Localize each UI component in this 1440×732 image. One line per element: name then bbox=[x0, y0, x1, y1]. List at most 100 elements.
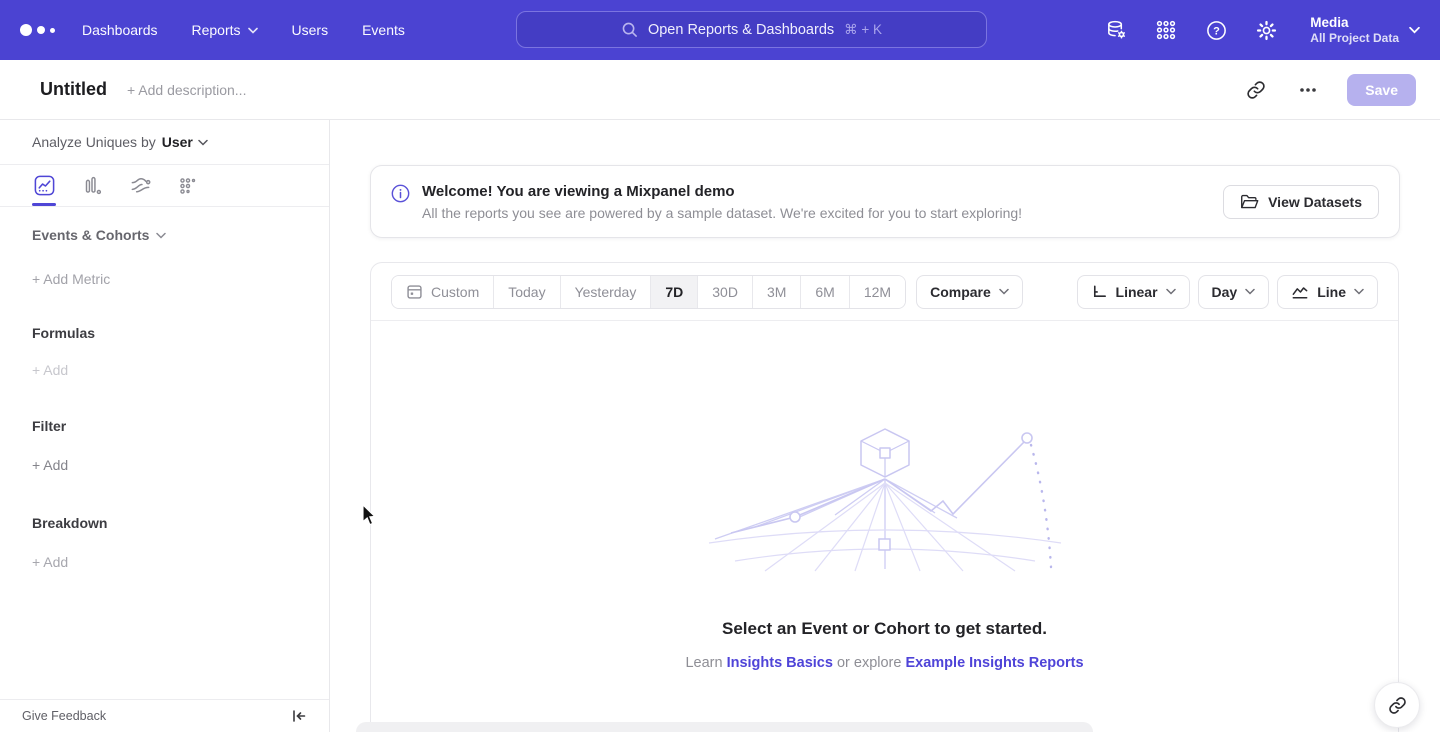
banner-subtitle: All the reports you see are powered by a… bbox=[422, 205, 1022, 221]
linear-axis-icon bbox=[1091, 283, 1108, 300]
compare-dropdown[interactable]: Compare bbox=[916, 275, 1023, 309]
nav-events-label: Events bbox=[362, 22, 405, 38]
query-builder-sidebar: Analyze Uniques by User bbox=[0, 120, 330, 732]
hint-prefix: Learn bbox=[685, 655, 726, 671]
nav-users[interactable]: Users bbox=[292, 22, 329, 38]
tab-bar-chart[interactable] bbox=[80, 174, 104, 198]
empty-state: Select an Event or Cohort to get started… bbox=[371, 321, 1398, 671]
granularity-label: Day bbox=[1212, 284, 1238, 300]
range-3m[interactable]: 3M bbox=[753, 276, 801, 308]
insights-chart-card: Custom Today Yesterday 7D 30D 3M 6M 12M … bbox=[370, 262, 1399, 732]
report-title[interactable]: Untitled bbox=[40, 79, 107, 100]
breakdown-header: Breakdown bbox=[32, 515, 329, 531]
add-filter-button[interactable]: + Add bbox=[32, 457, 329, 473]
add-description-field[interactable]: + Add description... bbox=[127, 82, 246, 98]
chevron-down-icon bbox=[1245, 288, 1255, 295]
add-breakdown-button[interactable]: + Add bbox=[32, 554, 329, 570]
give-feedback-link[interactable]: Give Feedback bbox=[22, 709, 106, 723]
range-yesterday-label: Yesterday bbox=[575, 284, 637, 300]
chevron-down-icon bbox=[1354, 288, 1364, 295]
analyze-value-label: User bbox=[162, 134, 193, 150]
range-12m[interactable]: 12M bbox=[850, 276, 905, 308]
analyze-label: Analyze Uniques by bbox=[32, 134, 156, 150]
scale-dropdown[interactable]: Linear bbox=[1077, 275, 1190, 309]
chevron-down-icon bbox=[198, 139, 208, 146]
demo-welcome-banner: Welcome! You are viewing a Mixpanel demo… bbox=[370, 165, 1400, 238]
global-search-input[interactable]: Open Reports & Dashboards ⌘ + K bbox=[516, 11, 987, 48]
sidebar-footer: Give Feedback bbox=[0, 699, 329, 732]
nav-events[interactable]: Events bbox=[362, 22, 405, 38]
range-6m[interactable]: 6M bbox=[801, 276, 849, 308]
project-selector[interactable]: Media All Project Data bbox=[1310, 14, 1420, 46]
folder-icon bbox=[1240, 194, 1259, 210]
add-formula-button[interactable]: + Add bbox=[32, 362, 329, 378]
analyze-row: Analyze Uniques by User bbox=[0, 120, 329, 165]
nav-reports-label: Reports bbox=[192, 22, 241, 38]
collapse-sidebar-icon[interactable] bbox=[291, 709, 307, 723]
search-shortcut: ⌘ + K bbox=[844, 22, 882, 38]
date-range-segmented-control: Custom Today Yesterday 7D 30D 3M 6M 12M bbox=[391, 275, 906, 309]
range-custom[interactable]: Custom bbox=[392, 276, 494, 308]
nav-reports[interactable]: Reports bbox=[192, 22, 258, 38]
tab-insights-line-chart[interactable] bbox=[32, 174, 56, 198]
info-icon bbox=[391, 184, 410, 208]
chevron-down-icon bbox=[156, 232, 166, 239]
tab-flow-chart[interactable] bbox=[128, 174, 152, 198]
link-icon bbox=[1388, 696, 1407, 715]
nav-dashboards-label: Dashboards bbox=[82, 22, 158, 38]
calendar-icon bbox=[406, 283, 423, 300]
events-cohorts-header[interactable]: Events & Cohorts bbox=[32, 227, 329, 243]
chevron-down-icon bbox=[248, 27, 258, 34]
range-7d[interactable]: 7D bbox=[651, 276, 698, 308]
view-datasets-label: View Datasets bbox=[1268, 194, 1362, 210]
search-icon bbox=[621, 21, 638, 38]
nav-users-label: Users bbox=[292, 22, 329, 38]
apps-grid-icon[interactable] bbox=[1154, 18, 1178, 42]
chevron-down-icon bbox=[1409, 26, 1420, 34]
granularity-dropdown[interactable]: Day bbox=[1198, 275, 1270, 309]
compare-label: Compare bbox=[930, 284, 991, 300]
search-placeholder: Open Reports & Dashboards bbox=[648, 22, 834, 38]
chevron-down-icon bbox=[1166, 288, 1176, 295]
range-custom-label: Custom bbox=[431, 284, 479, 300]
nav-dashboards[interactable]: Dashboards bbox=[82, 22, 158, 38]
empty-state-title: Select an Event or Cohort to get started… bbox=[722, 619, 1047, 639]
project-name: Media bbox=[1310, 14, 1399, 31]
formulas-header: Formulas bbox=[32, 325, 329, 341]
analyze-value-dropdown[interactable]: User bbox=[162, 134, 208, 150]
share-link-fab[interactable] bbox=[1374, 682, 1420, 728]
chart-type-dropdown[interactable]: Line bbox=[1277, 275, 1378, 309]
range-7d-label: 7D bbox=[665, 284, 683, 300]
chart-type-tabs bbox=[0, 165, 329, 207]
range-today-label: Today bbox=[508, 284, 545, 300]
report-canvas: Welcome! You are viewing a Mixpanel demo… bbox=[330, 120, 1440, 732]
tab-retention-dots[interactable] bbox=[176, 174, 200, 198]
copy-link-icon[interactable] bbox=[1243, 77, 1269, 103]
chevron-down-icon bbox=[999, 288, 1009, 295]
save-button[interactable]: Save bbox=[1347, 74, 1416, 106]
range-today[interactable]: Today bbox=[494, 276, 560, 308]
scale-label: Linear bbox=[1116, 284, 1158, 300]
empty-state-illustration bbox=[695, 421, 1075, 573]
add-metric-button[interactable]: + Add Metric bbox=[32, 271, 329, 287]
top-navbar: Dashboards Reports Users Events Open Rep… bbox=[0, 0, 1440, 60]
chart-type-label: Line bbox=[1317, 284, 1346, 300]
insights-basics-link[interactable]: Insights Basics bbox=[727, 655, 833, 671]
example-insights-reports-link[interactable]: Example Insights Reports bbox=[905, 655, 1083, 671]
help-icon[interactable]: ? bbox=[1204, 18, 1228, 42]
range-12m-label: 12M bbox=[864, 284, 891, 300]
report-header: Untitled + Add description... Save bbox=[0, 60, 1440, 120]
view-datasets-button[interactable]: View Datasets bbox=[1223, 185, 1379, 219]
events-cohorts-label: Events & Cohorts bbox=[32, 227, 149, 243]
mixpanel-logo-icon[interactable] bbox=[20, 24, 68, 36]
range-6m-label: 6M bbox=[815, 284, 834, 300]
settings-gear-icon[interactable] bbox=[1254, 18, 1278, 42]
empty-state-links: Learn Insights Basics or explore Example… bbox=[685, 655, 1083, 671]
range-30d-label: 30D bbox=[712, 284, 738, 300]
range-30d[interactable]: 30D bbox=[698, 276, 753, 308]
data-management-icon[interactable] bbox=[1104, 18, 1128, 42]
line-chart-icon bbox=[1291, 284, 1309, 300]
range-yesterday[interactable]: Yesterday bbox=[561, 276, 652, 308]
more-options-icon[interactable] bbox=[1295, 77, 1321, 103]
range-3m-label: 3M bbox=[767, 284, 786, 300]
